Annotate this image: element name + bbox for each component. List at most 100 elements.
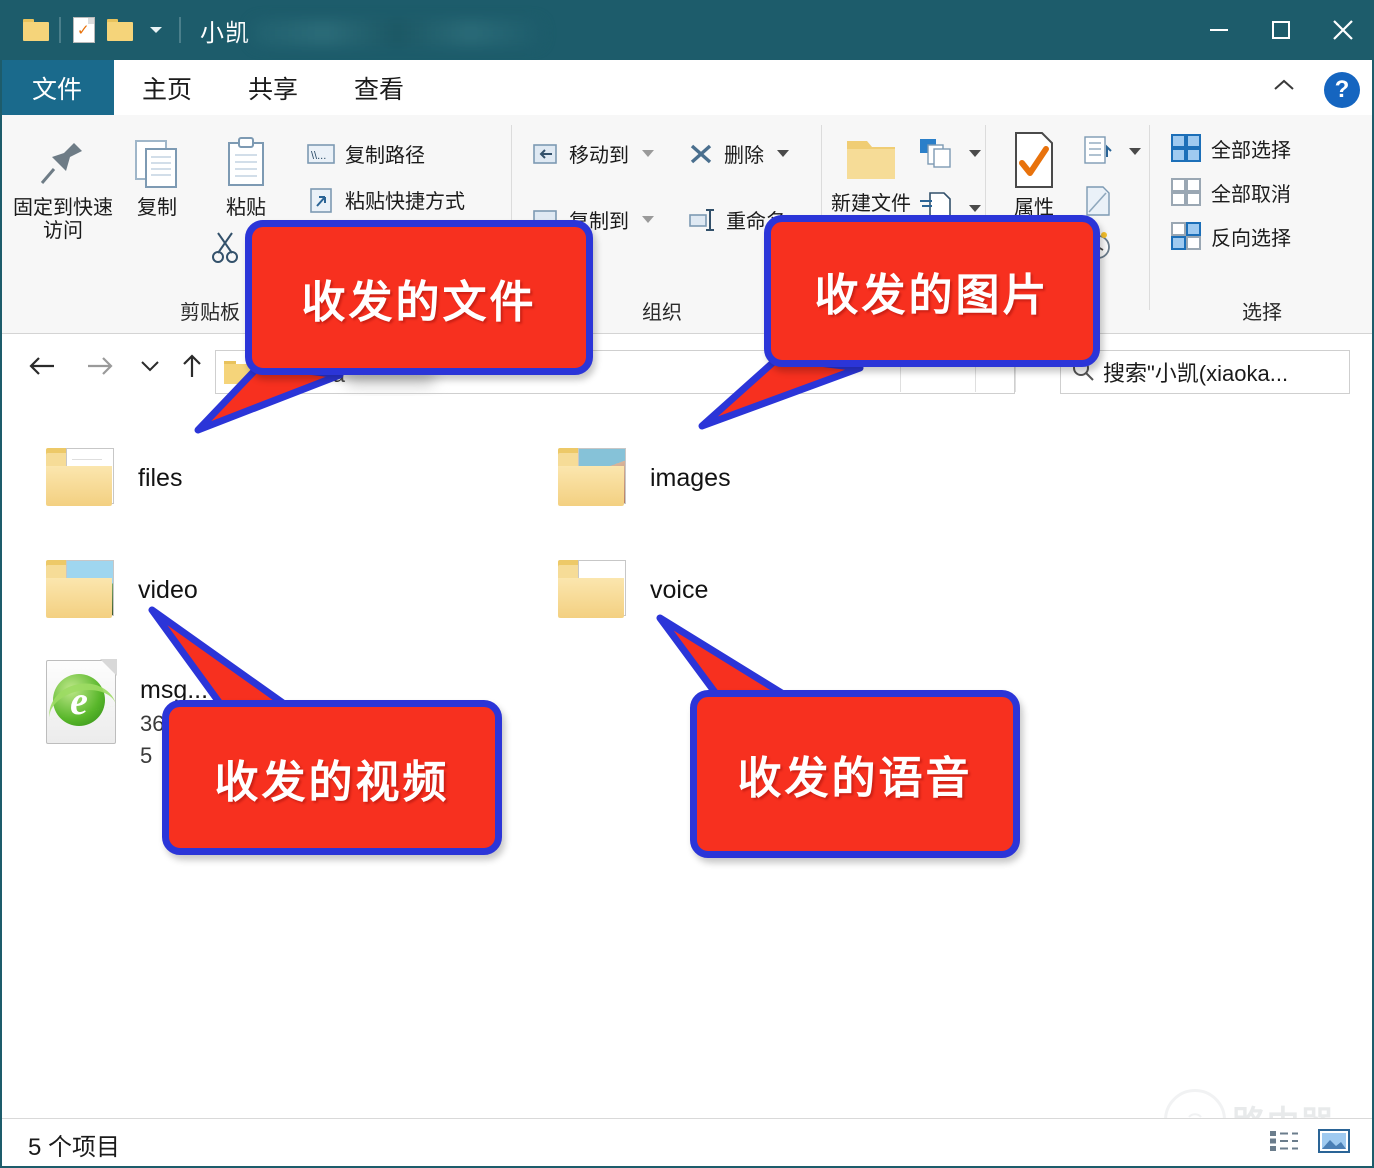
file-explorer-window: ✓ 小凯 文件 主页 共享 查看 ? 固定到快速访问 复制 粘贴 \\... 复…: [0, 0, 1374, 1168]
pin-icon: [40, 143, 82, 184]
chevron-down-icon: [150, 27, 162, 33]
callout-video-bubble: 收发的视频: [162, 700, 502, 855]
window-controls: [1188, 0, 1374, 60]
folder-photo-thumb-icon: [556, 446, 628, 510]
select-none-label: 全部取消: [1211, 183, 1291, 206]
move-to-icon: [533, 143, 557, 164]
internet-explorer-html-file-icon: e: [43, 658, 118, 744]
status-bar: 5 个项目: [0, 1118, 1374, 1168]
open-with-icon: [1084, 136, 1112, 164]
chevron-down-icon: [1129, 147, 1141, 155]
tab-share[interactable]: 共享: [228, 60, 318, 115]
open-with-button[interactable]: [1082, 135, 1141, 167]
folder-audio-thumb-icon: [556, 558, 628, 622]
copy-path-label: 复制路径: [345, 145, 425, 167]
ribbon-group-select: 全部选择 全部取消 反向选择 选择: [1150, 115, 1374, 333]
select-all-icon: [1171, 134, 1201, 162]
copy-icon: [135, 140, 177, 188]
callout-voice-text: 收发的语音: [737, 754, 973, 803]
window-title-redacted: [252, 19, 542, 46]
folder-doc-thumb-icon: [44, 446, 116, 510]
new-folder-icon: [847, 141, 895, 179]
title-bar: ✓ 小凯: [0, 0, 1374, 60]
clipboard-icon: [228, 137, 264, 186]
item-count: 5 个项目: [28, 1133, 121, 1161]
chevron-down-icon: [642, 150, 654, 157]
new-item-button[interactable]: [918, 137, 981, 169]
select-all-button[interactable]: 全部选择: [1170, 133, 1291, 163]
select-all-label: 全部选择: [1211, 139, 1291, 162]
delete-button[interactable]: 删除: [687, 139, 789, 168]
folder-video-thumb-icon: [44, 558, 116, 622]
back-button[interactable]: [22, 346, 62, 386]
qat-customize-button[interactable]: [138, 10, 174, 50]
copy-path-icon: \\...: [307, 143, 335, 164]
delete-label: 删除: [724, 145, 764, 167]
arrow-left-icon: [29, 357, 54, 375]
maximize-button[interactable]: [1250, 0, 1312, 60]
tab-file[interactable]: 文件: [0, 60, 114, 115]
tab-view[interactable]: 查看: [334, 60, 424, 115]
callout-video-text: 收发的视频: [214, 757, 450, 807]
window-title-text: 小凯: [200, 19, 250, 47]
ribbon-group-label-select: 选择: [1242, 302, 1282, 324]
qat-properties-button[interactable]: ✓: [66, 10, 102, 50]
callout-images-bubble: 收发的图片: [764, 215, 1100, 367]
large-icons-view-icon[interactable]: [1314, 1124, 1354, 1158]
paste-shortcut-button[interactable]: 粘贴快捷方式: [306, 185, 465, 214]
chevron-down-icon: [642, 216, 654, 223]
arrow-right-icon: [88, 357, 113, 375]
window-title: 小凯: [200, 13, 542, 48]
callout-files-text: 收发的文件: [301, 277, 537, 327]
qat-folder-button[interactable]: [18, 10, 54, 50]
list-item-images[interactable]: images: [556, 446, 731, 510]
forward-button[interactable]: [80, 346, 120, 386]
qat-divider: [59, 17, 61, 43]
chevron-down-icon: [777, 150, 789, 157]
ribbon-tab-bar: 文件 主页 共享 查看 ?: [0, 60, 1374, 115]
pin-to-quick-access-button[interactable]: 固定到快速访问: [8, 133, 118, 243]
select-none-button[interactable]: 全部取消: [1170, 177, 1291, 207]
search-input[interactable]: 搜索"小凯(xiaoka...: [1103, 356, 1288, 388]
minimize-button[interactable]: [1188, 0, 1250, 60]
svg-text:\\...: \\...: [311, 150, 326, 162]
paste-shortcut-icon: [310, 187, 332, 213]
folder-icon: [23, 19, 49, 41]
ribbon-collapse-chevron-up-icon[interactable]: [1272, 76, 1296, 99]
copy-button[interactable]: 复制: [112, 133, 202, 220]
move-to-label: 移动到: [569, 145, 629, 167]
invert-selection-icon: [1171, 222, 1201, 250]
new-item-icon: [920, 139, 951, 168]
list-item-label: files: [138, 464, 183, 492]
callout-video: 收发的视频: [140, 600, 540, 865]
callout-voice: 收发的语音: [648, 608, 1048, 870]
properties-icon: ✓: [73, 17, 95, 43]
close-button[interactable]: [1312, 0, 1374, 60]
move-to-button[interactable]: 移动到: [532, 139, 654, 168]
delete-icon: [690, 144, 712, 163]
invert-selection-label: 反向选择: [1211, 227, 1291, 250]
properties-button[interactable]: 属性: [986, 129, 1082, 220]
qat-new-folder-button[interactable]: [102, 10, 138, 50]
list-item-label: voice: [650, 576, 709, 604]
chevron-down-icon: [969, 149, 981, 157]
tab-home[interactable]: 主页: [122, 60, 212, 115]
qat-divider-2: [179, 17, 181, 43]
properties-icon: [1015, 132, 1053, 188]
callout-files-bubble: 收发的文件: [245, 220, 593, 375]
callout-images: 收发的图片: [660, 210, 1120, 430]
quick-access-toolbar: ✓: [0, 0, 186, 60]
callout-voice-bubble: 收发的语音: [690, 690, 1020, 858]
new-folder-icon: [107, 19, 133, 41]
paste-shortcut-label: 粘贴快捷方式: [345, 191, 465, 213]
list-item-files[interactable]: files: [44, 446, 182, 510]
invert-selection-button[interactable]: 反向选择: [1170, 221, 1291, 251]
callout-images-text: 收发的图片: [814, 271, 1050, 320]
paste-button[interactable]: 粘贴: [200, 133, 292, 220]
help-button[interactable]: ?: [1324, 72, 1360, 108]
callout-files: 收发的文件: [150, 215, 620, 435]
copy-path-button[interactable]: \\... 复制路径: [306, 139, 425, 168]
pin-to-quick-access-label: 固定到快速访问: [13, 197, 113, 242]
view-buttons: [1264, 1124, 1354, 1158]
details-view-icon[interactable]: [1264, 1124, 1304, 1158]
